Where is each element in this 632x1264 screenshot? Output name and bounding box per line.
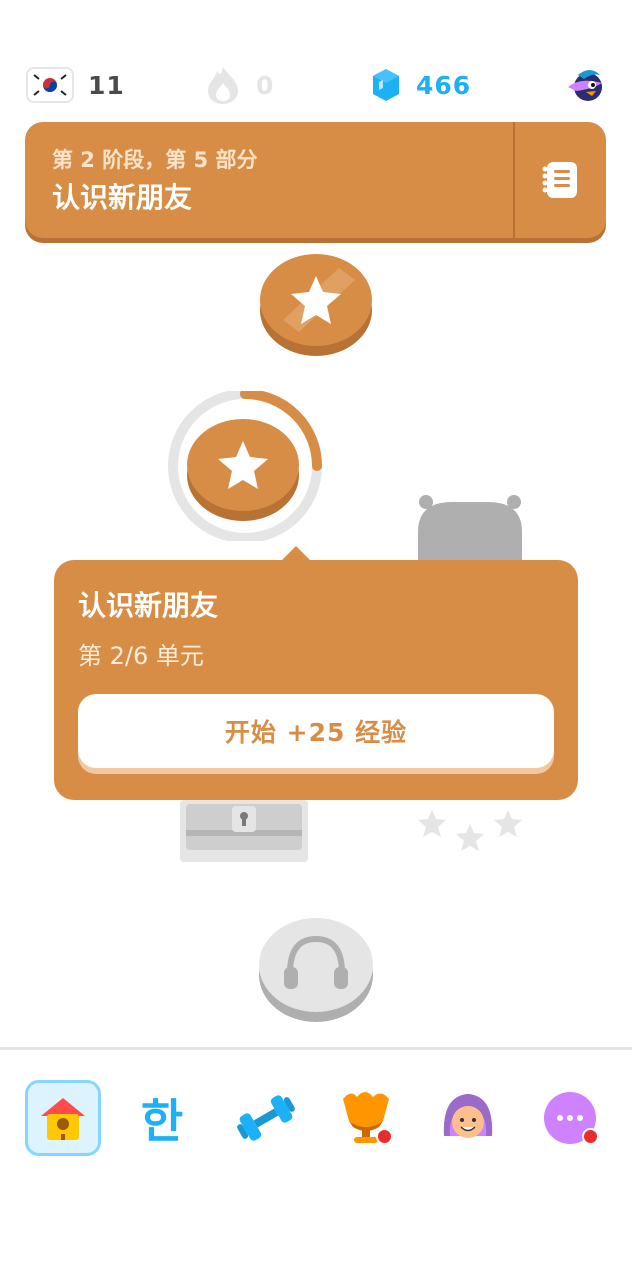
leaderboards-notification-dot: [376, 1128, 393, 1145]
more-notification-dot: [582, 1128, 599, 1145]
locked-stars: [414, 808, 526, 856]
unit-title: 认识新朋友: [52, 181, 193, 214]
current-lesson-node[interactable]: [165, 389, 325, 543]
popup-caret: [280, 546, 312, 562]
completed-lesson-node[interactable]: [259, 252, 373, 358]
characters-label: 한: [140, 1094, 184, 1148]
dumbbell-icon: [237, 1095, 295, 1141]
tab-home[interactable]: [25, 1080, 101, 1156]
super-duo-icon: [568, 70, 602, 101]
top-bar: 11 0 466: [0, 60, 632, 110]
unit-header: 第 2 阶段，第 5 部分 认识新朋友: [25, 122, 606, 238]
gems-stat[interactable]: 466: [372, 60, 471, 110]
streak-count: 11: [88, 70, 125, 100]
progress-ring: [168, 389, 322, 543]
tab-practice[interactable]: [228, 1080, 304, 1156]
lesson-popup: 认识新朋友 第 2/6 单元 开始 +25 经验: [54, 546, 578, 800]
completed-star-icon: [260, 254, 372, 356]
tab-leaderboards[interactable]: [328, 1080, 404, 1156]
home-icon: [41, 1098, 85, 1140]
course-selector[interactable]: 11: [28, 60, 125, 110]
guidebook-button[interactable]: [515, 122, 606, 238]
popup-title: 认识新朋友: [78, 589, 219, 622]
super-button[interactable]: [566, 60, 606, 110]
treasure-chest-node[interactable]: [180, 800, 308, 862]
avatar-icon: [443, 1094, 493, 1138]
tab-characters[interactable]: 한: [124, 1080, 200, 1156]
popup-unit-progress: 第 2/6 单元: [78, 642, 204, 670]
tab-profile[interactable]: [430, 1080, 506, 1156]
korea-flag-icon: [28, 69, 72, 101]
flame-icon: [208, 67, 238, 104]
hearts-count: 0: [256, 70, 275, 100]
guidebook-icon: [542, 162, 577, 198]
headphones-icon: [259, 918, 373, 1022]
start-lesson-button[interactable]: 开始 +25 经验: [78, 694, 554, 768]
gems-count: 466: [416, 70, 472, 100]
unit-subtitle: 第 2 阶段，第 5 部分: [52, 148, 258, 172]
treasure-chest-icon: [180, 800, 308, 862]
tab-more[interactable]: [532, 1080, 608, 1156]
gem-icon: [373, 69, 399, 101]
nav-divider: [0, 1047, 632, 1050]
hearts-stat[interactable]: 0: [206, 60, 274, 110]
audio-lesson-node[interactable]: [258, 915, 374, 1023]
